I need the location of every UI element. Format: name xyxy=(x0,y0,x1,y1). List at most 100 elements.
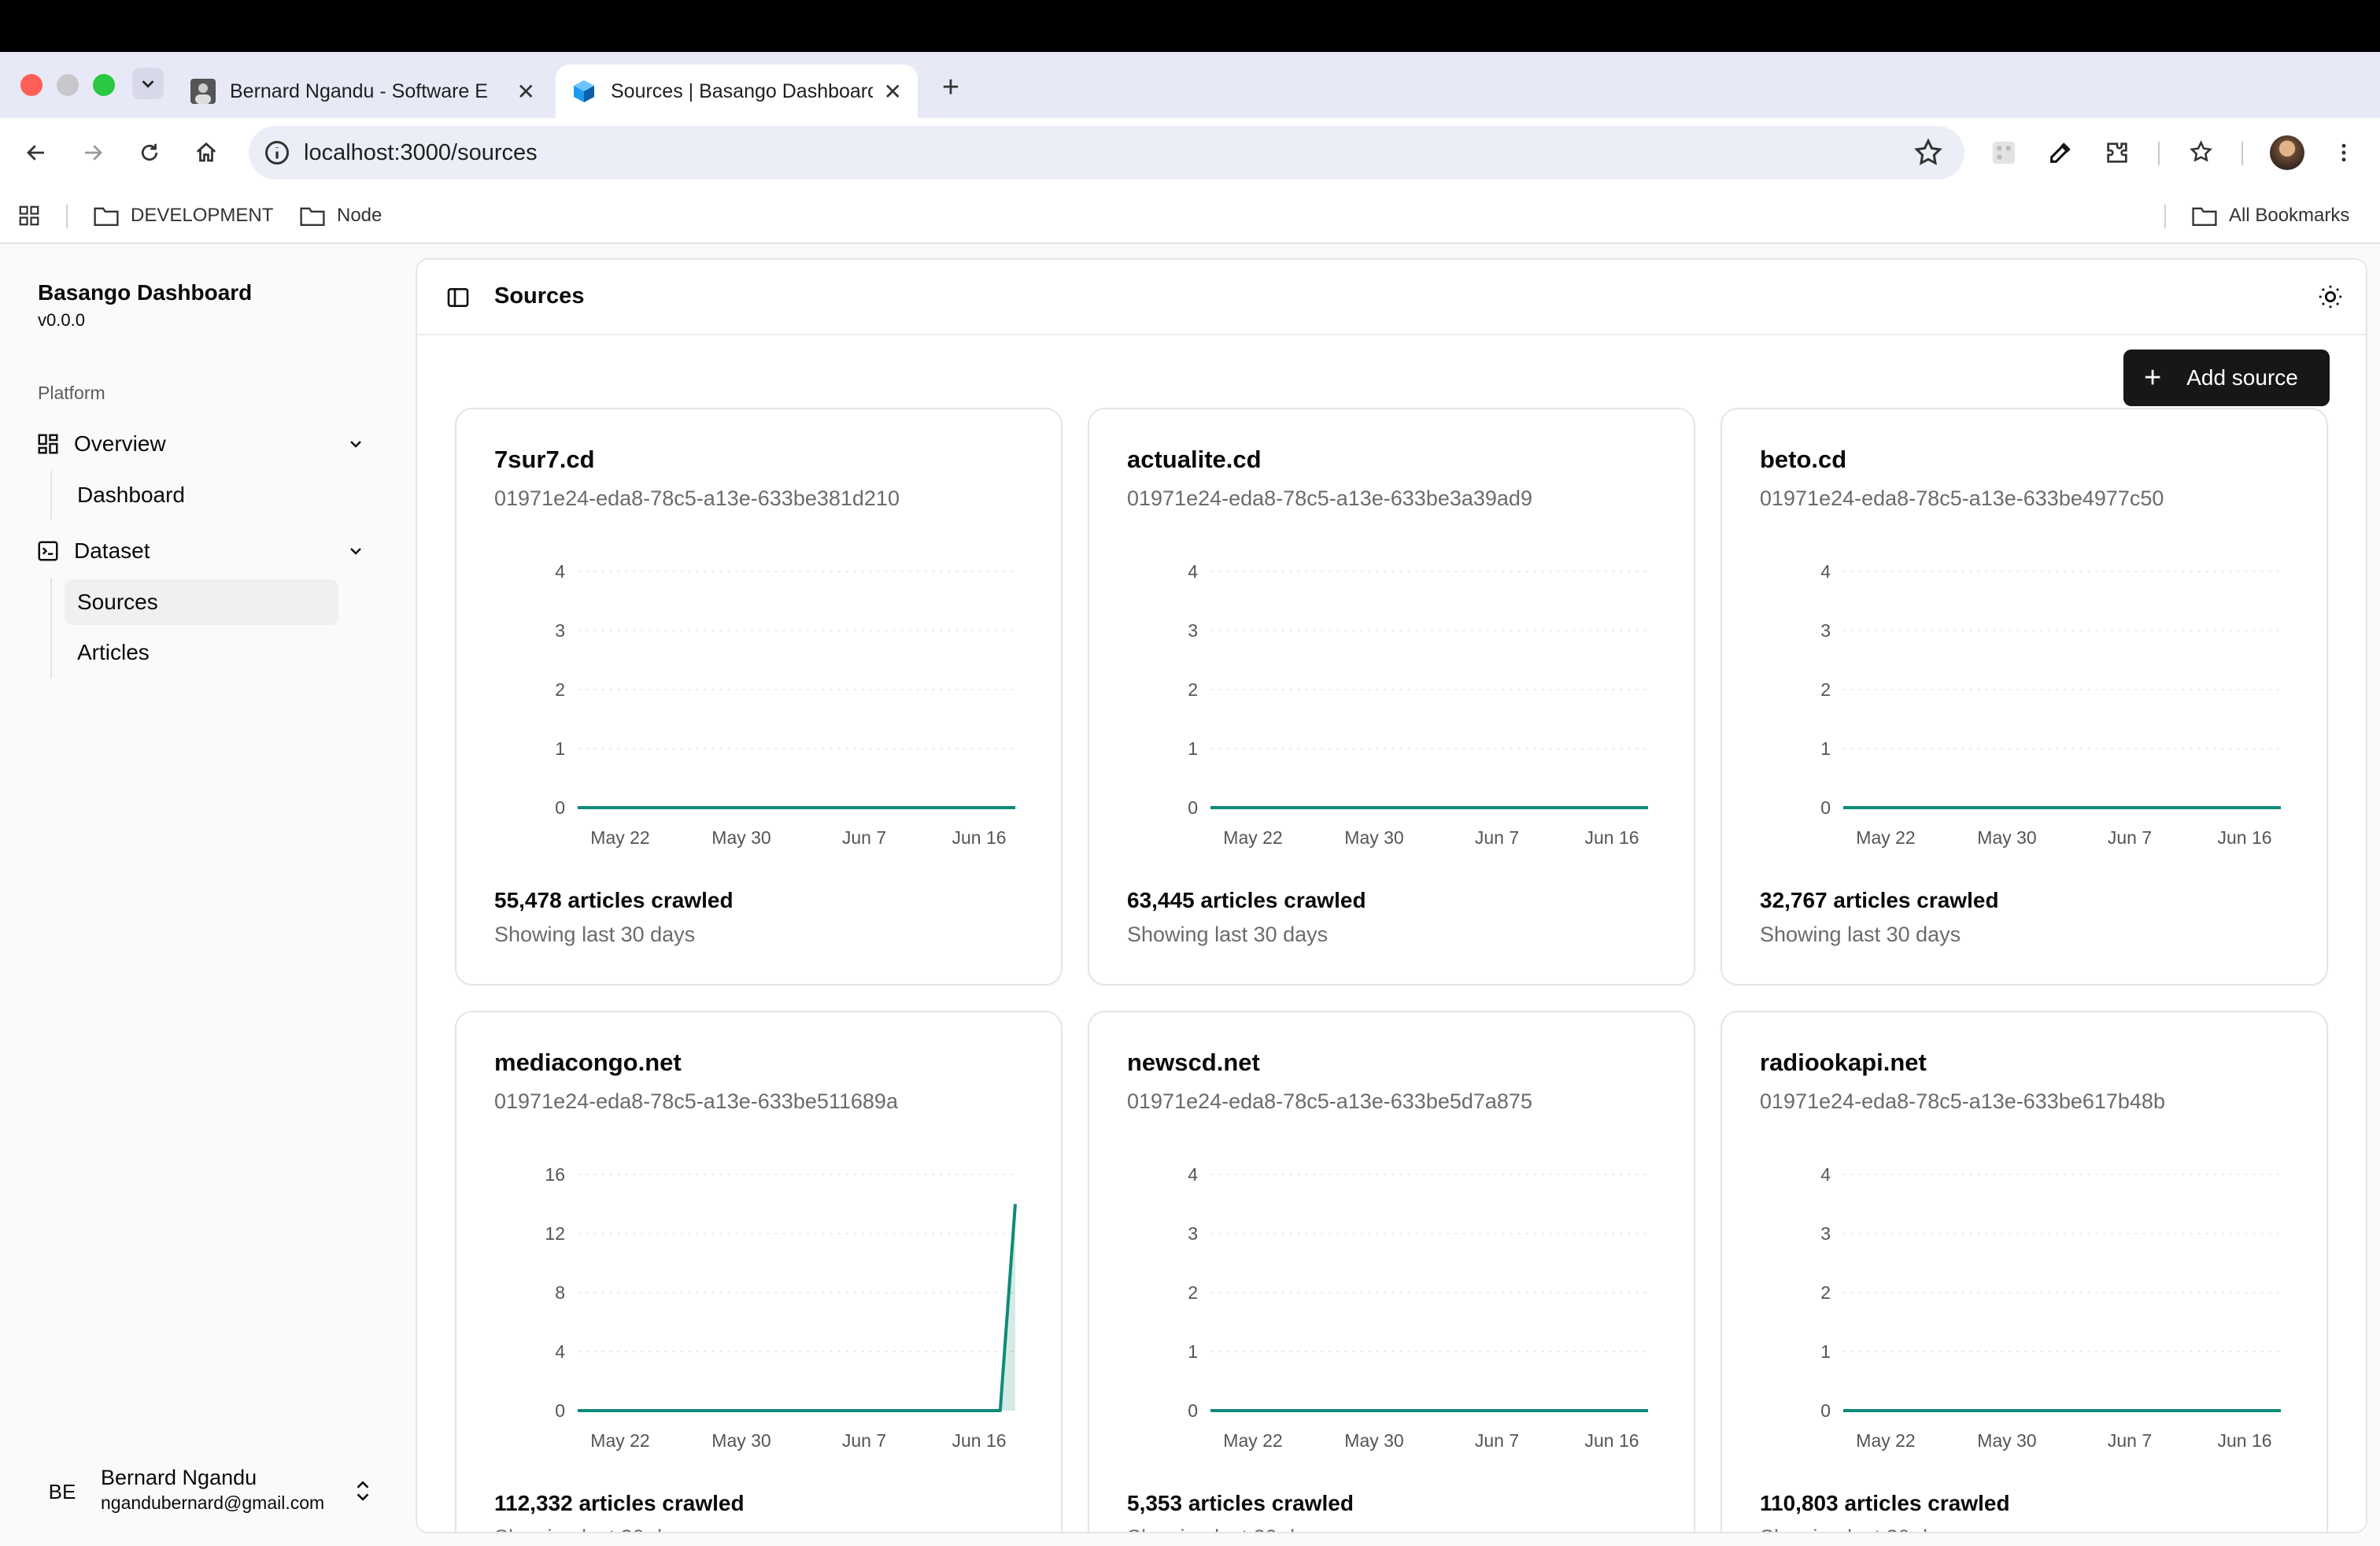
x-tick-label: May 30 xyxy=(711,827,771,848)
bookmark-folder-node[interactable]: Node xyxy=(299,202,382,230)
y-tick-label: 4 xyxy=(1188,561,1198,582)
x-tick-label: May 22 xyxy=(590,1430,649,1451)
reading-list-button[interactable] xyxy=(2185,135,2219,170)
articles-chart: 0 1 2 3 4 May 22 May 30 Jun 7 Jun 16 xyxy=(555,561,1015,848)
sun-icon[interactable] xyxy=(2317,283,2344,310)
user-avatar: BE xyxy=(48,1479,76,1503)
bookmark-star-icon[interactable] xyxy=(1913,137,1944,168)
source-card[interactable]: beto.cd 01971e24-eda8-78c5-a13e-633be4977… xyxy=(1720,408,2328,986)
tab-title: Bernard Ngandu - Software E xyxy=(230,80,488,102)
page-header: Sources xyxy=(417,260,2366,335)
bookmark-folder-development[interactable]: DEVELOPMENT xyxy=(93,202,273,230)
arrow-left-icon xyxy=(27,145,44,161)
y-tick-label: 3 xyxy=(555,620,565,641)
sidebar-toggle-icon[interactable] xyxy=(445,285,471,310)
y-tick-label: 12 xyxy=(545,1223,565,1244)
y-tick-label: 4 xyxy=(1188,1164,1198,1185)
extension-qr-button[interactable] xyxy=(1986,135,2021,170)
extensions-button[interactable] xyxy=(2100,135,2134,170)
tab-search-button[interactable] xyxy=(132,68,164,99)
x-tick-label: Jun 16 xyxy=(952,1430,1006,1451)
arrow-right-icon xyxy=(85,145,102,161)
source-name: radiookapi.net xyxy=(1760,1049,1927,1076)
series-line xyxy=(578,1204,1017,1412)
site-info-icon[interactable] xyxy=(263,139,291,167)
y-tick-label: 4 xyxy=(555,561,565,582)
qr-code-icon xyxy=(1992,141,2016,165)
address-bar[interactable]: localhost:3000/sources xyxy=(249,126,1964,179)
user-menu[interactable]: BE Bernard Ngandu ngandubernard@gmail.co… xyxy=(38,1456,376,1527)
browser-tab-strip: Bernard Ngandu - Software E ✕ Sources | … xyxy=(0,52,2380,118)
close-window-button[interactable] xyxy=(20,74,42,96)
source-card[interactable]: 7sur7.cd 01971e24-eda8-78c5-a13e-633be381… xyxy=(455,408,1062,986)
source-card[interactable]: actualite.cd 01971e24-eda8-78c5-a13e-633b… xyxy=(1088,408,1695,986)
bookmark-label: Node xyxy=(337,205,382,226)
reload-button[interactable] xyxy=(132,135,167,170)
user-name: Bernard Ngandu xyxy=(101,1466,257,1489)
eyedropper-icon xyxy=(2050,142,2071,163)
source-name: beto.cd xyxy=(1760,446,1847,473)
home-icon xyxy=(196,142,216,162)
articles-chart: 0 4 8 12 16 May 22 May 30 Jun 7 Jun 16 xyxy=(545,1164,1017,1451)
sidebar-item-dashboard[interactable]: Dashboard xyxy=(65,472,338,518)
x-tick-label: May 30 xyxy=(1344,1430,1403,1451)
apps-button[interactable] xyxy=(17,202,52,230)
submenu-line xyxy=(50,471,52,520)
forward-button[interactable] xyxy=(76,135,110,170)
all-bookmarks-button[interactable]: All Bookmarks xyxy=(2191,202,2349,230)
add-source-button[interactable]: + Add source xyxy=(2123,350,2330,406)
period-label: Showing last 30 days xyxy=(494,923,696,946)
x-tick-label: May 22 xyxy=(1223,827,1282,848)
sidebar-item-overview[interactable]: Overview xyxy=(36,420,375,468)
source-name: newscd.net xyxy=(1127,1049,1260,1076)
source-name: actualite.cd xyxy=(1127,446,1262,473)
screen-top-bar xyxy=(0,0,2380,52)
y-tick-label: 1 xyxy=(1820,1341,1831,1362)
articles-count: 55,478 articles crawled xyxy=(494,888,734,912)
app-viewport: Basango Dashboard v0.0.0 Platform Overvi… xyxy=(0,244,2380,1546)
x-tick-label: Jun 7 xyxy=(842,827,886,848)
sidebar-item-articles[interactable]: Articles xyxy=(65,630,338,675)
chevrons-up-down-icon xyxy=(357,1481,369,1501)
profile-avatar[interactable] xyxy=(2270,135,2304,170)
source-card[interactable]: mediacongo.net 01971e24-eda8-78c5-a13e-63… xyxy=(455,1011,1062,1532)
source-card[interactable]: radiookapi.net 01971e24-eda8-78c5-a13e-63… xyxy=(1720,1011,2328,1532)
source-id: 01971e24-eda8-78c5-a13e-633be511689a xyxy=(494,1089,898,1113)
y-tick-label: 2 xyxy=(1820,679,1831,700)
home-button[interactable] xyxy=(189,135,224,170)
new-tab-button[interactable]: + xyxy=(935,72,966,104)
minimize-window-button[interactable] xyxy=(57,74,79,96)
apps-grid-icon xyxy=(19,205,39,226)
y-tick-label: 2 xyxy=(555,679,565,700)
back-button[interactable] xyxy=(19,135,54,170)
close-tab-icon[interactable]: ✕ xyxy=(884,79,902,105)
browser-menu-button[interactable] xyxy=(2326,135,2361,170)
browser-tab-profile[interactable]: Bernard Ngandu - Software E ✕ xyxy=(175,65,551,118)
x-tick-label: Jun 7 xyxy=(1475,1430,1519,1451)
x-tick-label: May 30 xyxy=(1977,1430,2036,1451)
toolbar-separator xyxy=(2241,142,2243,165)
x-tick-label: May 22 xyxy=(1223,1430,1282,1451)
source-name: 7sur7.cd xyxy=(494,446,595,473)
y-tick-label: 0 xyxy=(1820,797,1831,818)
x-tick-label: Jun 16 xyxy=(2217,827,2271,848)
x-tick-label: May 30 xyxy=(711,1430,771,1451)
zoom-window-button[interactable] xyxy=(93,74,115,96)
extension-picker-button[interactable] xyxy=(2043,135,2078,170)
series-area xyxy=(578,1204,1015,1411)
sidebar-item-sources[interactable]: Sources xyxy=(65,579,338,625)
bookmarks-separator xyxy=(2164,205,2166,228)
source-id: 01971e24-eda8-78c5-a13e-633be381d210 xyxy=(494,486,900,510)
x-tick-label: May 22 xyxy=(1856,1430,1915,1451)
browser-tab-sources[interactable]: Sources | Basango Dashboard ✕ xyxy=(556,65,918,118)
plus-icon: + xyxy=(2144,361,2162,394)
toolbar-separator xyxy=(2158,142,2160,165)
close-tab-icon[interactable]: ✕ xyxy=(517,79,535,105)
y-tick-label: 16 xyxy=(545,1164,565,1185)
grid-icon xyxy=(38,434,58,454)
source-card[interactable]: newscd.net 01971e24-eda8-78c5-a13e-633be5… xyxy=(1088,1011,1695,1532)
y-tick-label: 3 xyxy=(1820,620,1831,641)
sidebar-item-label: Dashboard xyxy=(77,483,185,507)
x-tick-label: Jun 7 xyxy=(2108,827,2152,848)
sidebar-item-dataset[interactable]: Dataset xyxy=(36,527,375,575)
